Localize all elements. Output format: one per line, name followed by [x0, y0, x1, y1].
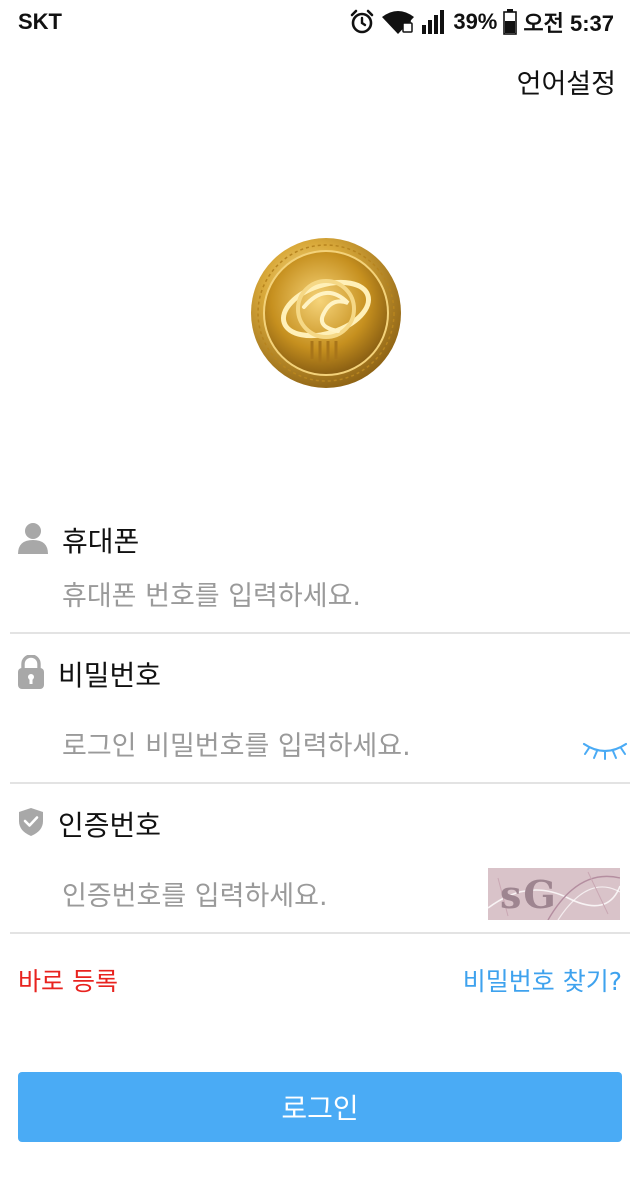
password-label-row: 비밀번호: [18, 654, 161, 694]
password-label: 비밀번호: [58, 659, 162, 692]
lock-icon: [18, 654, 44, 693]
captcha-label: 인증번호: [58, 809, 162, 842]
captcha-field-group: 인증번호 sG: [10, 800, 630, 934]
status-bar: SKT 39% 오전 5:37: [0, 0, 640, 44]
closed-eye-icon[interactable]: [580, 738, 630, 762]
status-icons: 39% 오전 5:37: [349, 6, 614, 38]
register-link[interactable]: 바로 등록: [18, 962, 118, 998]
carrier-label: SKT: [18, 9, 62, 34]
login-button[interactable]: 로그인: [18, 1072, 622, 1142]
person-icon: [18, 522, 48, 558]
phone-label: 휴대폰: [62, 525, 140, 558]
password-input[interactable]: [62, 724, 502, 768]
clock-time: 오전 5:37: [523, 11, 614, 36]
captcha-text: sG: [500, 872, 558, 917]
language-settings-link[interactable]: 언어설정: [517, 62, 616, 101]
captcha-label-row: 인증번호: [18, 804, 161, 844]
wifi-icon: [381, 9, 415, 35]
vpay-coin-logo: [250, 237, 402, 389]
alarm-icon: [349, 9, 375, 35]
captcha-input[interactable]: [62, 874, 442, 918]
battery-icon: [503, 9, 518, 35]
password-field-group: 비밀번호: [10, 650, 630, 784]
phone-label-row: 휴대폰: [18, 520, 139, 560]
battery-percent: 39%: [453, 9, 498, 34]
captcha-image[interactable]: sG: [487, 868, 621, 921]
phone-input[interactable]: [62, 574, 502, 618]
signal-icon: [421, 9, 447, 35]
shield-check-icon: [18, 807, 44, 841]
find-password-link[interactable]: 비밀번호 찾기?: [463, 962, 622, 998]
phone-field-group: 휴대폰: [10, 512, 630, 634]
